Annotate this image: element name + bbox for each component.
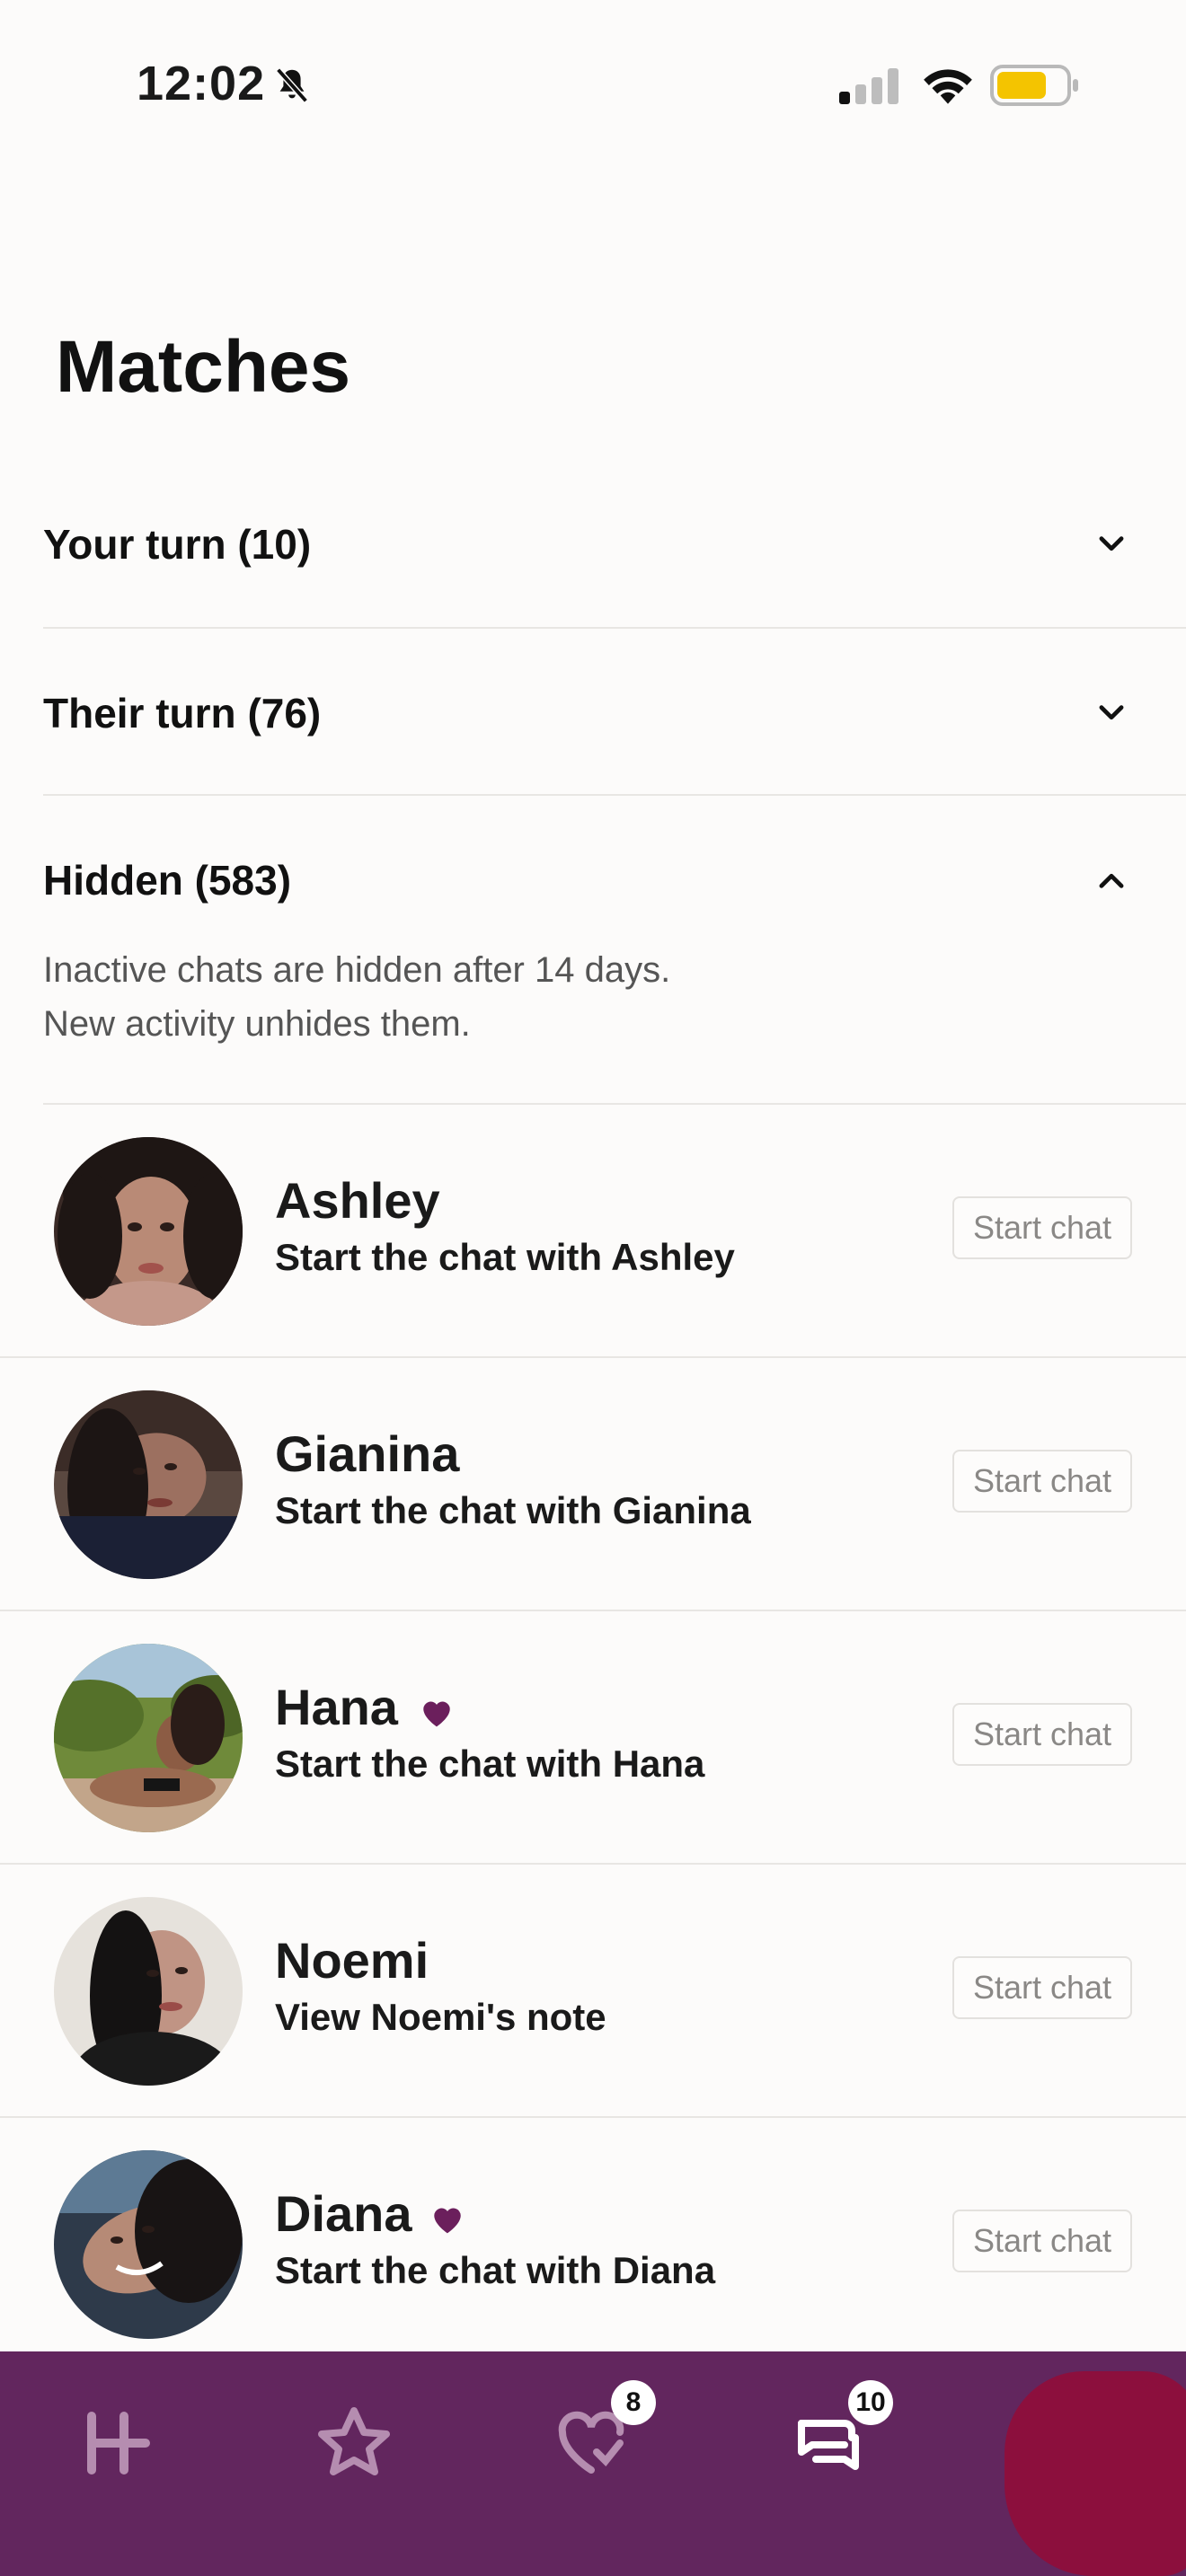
match-subtitle: Start the chat with Diana [275, 2249, 716, 2291]
wifi-icon [924, 69, 972, 104]
avatar[interactable] [54, 1644, 243, 1832]
nav-home[interactable] [74, 2398, 164, 2488]
match-row-diana[interactable]: Diana Start the chat with Diana Start ch… [0, 2120, 1186, 2373]
match-name: Noemi [275, 1932, 429, 1989]
home-logo-icon [87, 2412, 150, 2475]
start-chat-button[interactable]: Start chat [952, 1196, 1132, 1259]
avatar[interactable] [54, 2150, 243, 2339]
section-their-turn[interactable]: Their turn (76) [43, 629, 1186, 798]
avatar[interactable] [54, 1897, 243, 2086]
divider [0, 1863, 1186, 1865]
heart-icon [434, 2208, 461, 2234]
nav-standouts[interactable] [309, 2398, 399, 2488]
divider [0, 2116, 1186, 2118]
nav-matches[interactable]: 10 [783, 2380, 893, 2488]
start-chat-button[interactable]: Start chat [952, 2210, 1132, 2272]
match-row-hana[interactable]: Hana Start the chat with Hana Start chat [0, 1613, 1186, 1866]
start-chat-button[interactable]: Start chat [952, 1703, 1132, 1766]
star-icon [318, 2407, 390, 2475]
match-name: Diana [275, 2185, 412, 2242]
section-label: Your turn (10) [43, 521, 312, 568]
match-subtitle: Start the chat with Ashley [275, 1236, 735, 1278]
divider [43, 1103, 1186, 1105]
page-title: Matches [56, 326, 351, 408]
match-name: Gianina [275, 1425, 460, 1482]
matches-badge: 10 [848, 2380, 893, 2425]
match-row-ashley[interactable]: Ashley Start the chat with Ashley Start … [0, 1107, 1186, 1360]
avatar[interactable] [54, 1390, 243, 1579]
start-chat-button[interactable]: Start chat [952, 1956, 1132, 2019]
profile-icon[interactable] [1005, 2371, 1186, 2576]
chevron-down-icon [1099, 536, 1124, 551]
hidden-note-line2: New activity unhides them. [43, 1004, 471, 1044]
divider [0, 1356, 1186, 1358]
match-name: Hana [275, 1679, 398, 1735]
section-your-turn[interactable]: Your turn (10) [43, 460, 1186, 629]
nav-likes[interactable]: 8 [546, 2380, 656, 2488]
signal-icon [839, 68, 898, 104]
section-hidden[interactable]: Hidden (583) [43, 796, 1186, 965]
chevron-up-icon [1099, 873, 1124, 888]
avatar[interactable] [54, 1137, 243, 1326]
bell-muted-icon [276, 67, 308, 103]
status-time: 12:02 [137, 57, 266, 110]
match-subtitle: Start the chat with Hana [275, 1742, 705, 1785]
status-bar: 12:02 [0, 0, 1186, 171]
divider [0, 1610, 1186, 1611]
match-row-noemi[interactable]: Noemi View Noemi's note Start chat [0, 1866, 1186, 2120]
match-row-gianina[interactable]: Gianina Start the chat with Gianina Star… [0, 1360, 1186, 1613]
match-name: Ashley [275, 1172, 440, 1229]
chevron-down-icon [1099, 705, 1124, 720]
likes-badge: 8 [611, 2380, 656, 2425]
start-chat-button[interactable]: Start chat [952, 1450, 1132, 1513]
hidden-note: Inactive chats are hidden after 14 days.… [43, 943, 670, 1051]
match-subtitle: Start the chat with Gianina [275, 1489, 751, 1531]
section-label: Hidden (583) [43, 857, 292, 904]
battery-icon [990, 65, 1078, 106]
hidden-note-line1: Inactive chats are hidden after 14 days. [43, 950, 671, 990]
section-label: Their turn (76) [43, 690, 322, 737]
heart-icon [423, 1701, 450, 1727]
match-subtitle: View Noemi's note [275, 1996, 606, 2038]
